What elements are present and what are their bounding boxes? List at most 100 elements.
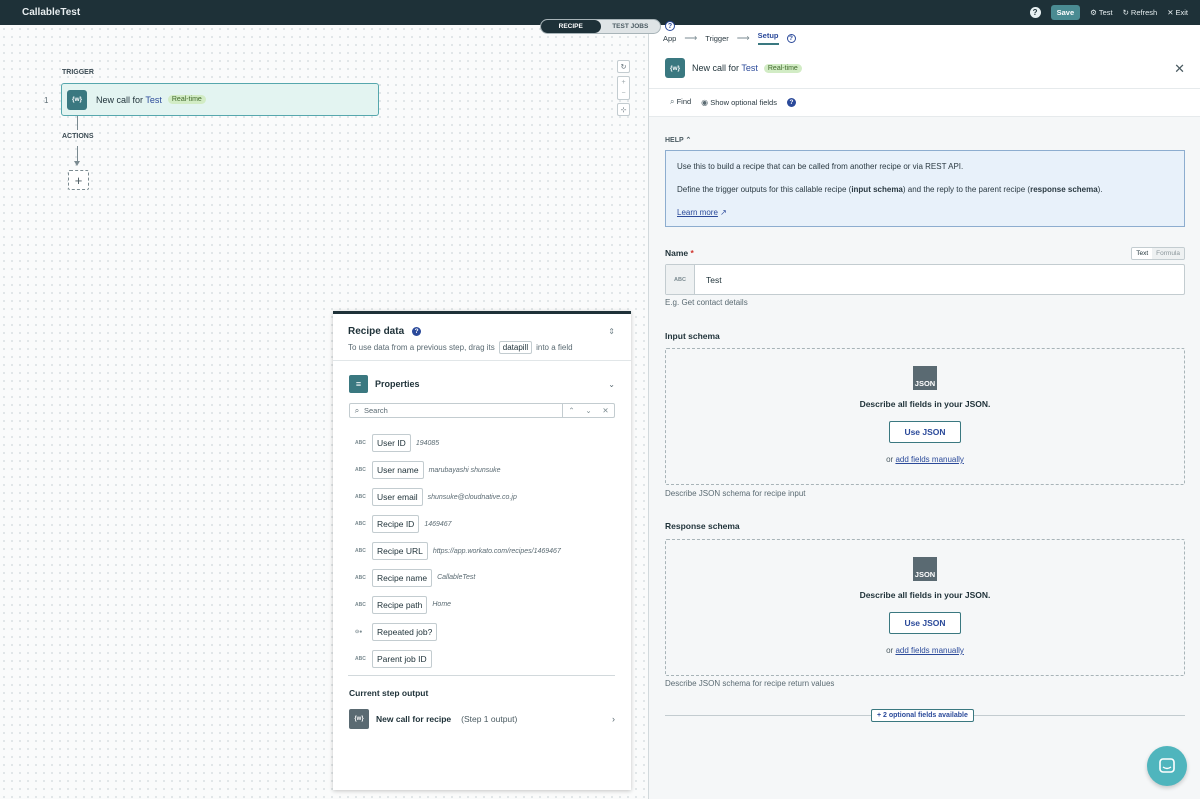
string-type-icon: ABC	[355, 655, 366, 662]
reset-view-icon[interactable]: ↻	[617, 60, 630, 73]
fit-view-icon[interactable]: ⊹	[617, 103, 630, 116]
help-text-part: ) and the reply to the parent recipe (	[902, 185, 1031, 195]
name-field-label: Name *	[665, 248, 694, 258]
help-text-1: Use this to build a recipe that can be c…	[677, 162, 964, 171]
json-icon: JSON	[913, 366, 937, 390]
or-text: or	[886, 646, 894, 655]
trigger-section-label: TRIGGER	[62, 69, 94, 76]
property-row[interactable]: ABC Recipe path Home	[355, 591, 615, 618]
setup-step-title: New call for Test	[692, 63, 758, 73]
chevron-up-icon[interactable]: ⌃	[568, 406, 574, 415]
close-icon[interactable]: ✕	[1174, 61, 1185, 77]
datapill[interactable]: Repeated job?	[372, 622, 438, 641]
callable-recipe-icon: {w}	[665, 58, 685, 78]
zoom-slider[interactable]: + −	[617, 76, 630, 100]
properties-header[interactable]: ≡ Properties ⌄	[349, 374, 615, 394]
use-json-button[interactable]: Use JSON	[889, 612, 961, 634]
arrow-right-icon: ⟶	[684, 32, 698, 43]
breadcrumb-app[interactable]: App	[663, 34, 676, 43]
property-row[interactable]: ABC User name marubayashi shunsuke	[355, 457, 615, 484]
formula-mode-button[interactable]: Formula	[1152, 248, 1184, 259]
current-step-name: New call for recipe	[376, 713, 452, 724]
datapill-sample-value: https://app.workato.com/recipes/1469467	[432, 547, 561, 555]
datapill[interactable]: User email	[372, 488, 423, 507]
show-optional-fields-button[interactable]: ◉ Show optional fields	[701, 98, 777, 107]
property-row[interactable]: ABC Parent job ID	[355, 645, 615, 672]
add-step-button[interactable]: +	[68, 170, 89, 190]
property-row[interactable]: ABC Recipe URL https://app.workato.com/rec…	[355, 538, 615, 565]
breadcrumb-setup[interactable]: Setup	[757, 31, 779, 45]
expand-collapse-icon[interactable]: ⇕	[608, 327, 615, 336]
question-icon[interactable]: ?	[786, 33, 796, 43]
trigger-step-text: New call for Test	[96, 95, 162, 105]
test-button[interactable]: ⚙ Test	[1090, 8, 1113, 17]
learn-more-link[interactable]: Learn more ↗	[677, 207, 1173, 218]
step-number: 1	[44, 96, 49, 105]
exit-label: Exit	[1175, 8, 1188, 17]
search-icon: ⌕	[354, 405, 360, 415]
property-row[interactable]: ABC User email shunsuke@cloudnative.co.jp	[355, 484, 615, 511]
view-toggle: RECIPE TEST JOBS	[540, 19, 661, 34]
question-icon[interactable]: ?	[412, 327, 422, 336]
chevron-down-icon[interactable]: ⌄	[585, 406, 591, 415]
trigger-step-card[interactable]: {w} New call for Test Real-time	[61, 83, 379, 116]
find-label: Find	[676, 97, 692, 106]
zoom-out-icon[interactable]: −	[621, 90, 625, 97]
current-step-output-row[interactable]: {w} New call for recipe (Step 1 output) …	[349, 708, 615, 729]
add-fields-manually-link[interactable]: add fields manually	[895, 646, 963, 655]
property-row[interactable]: ABC User ID 194085	[355, 430, 615, 457]
divider	[348, 675, 615, 676]
datapill[interactable]: User name	[372, 461, 424, 480]
datapill[interactable]: Recipe path	[372, 595, 428, 614]
refresh-button[interactable]: ↻ Refresh	[1123, 8, 1158, 17]
show-optional-label: Show optional fields	[710, 97, 777, 107]
help-text-part: ).	[1097, 185, 1103, 195]
breadcrumb-trigger[interactable]: Trigger	[705, 34, 728, 43]
help-toggle[interactable]: HELP ⌃	[665, 136, 691, 144]
properties-list: ABC User ID 194085 ABC User name marubayashi…	[355, 430, 615, 672]
name-field[interactable]: ABC Test	[665, 264, 1185, 295]
zoom-in-icon[interactable]: +	[621, 79, 625, 86]
datapill[interactable]: Recipe ID	[372, 515, 420, 534]
chat-support-button[interactable]	[1147, 746, 1187, 786]
datapill[interactable]: Recipe name	[372, 568, 433, 587]
connector-line	[77, 116, 78, 130]
view-help-icon[interactable]: ?	[665, 21, 675, 31]
callable-recipe-icon: {w}	[67, 89, 87, 110]
actions-section-label: ACTIONS	[62, 133, 94, 140]
input-schema-box: JSON Describe all fields in your JSON. U…	[665, 348, 1185, 485]
use-json-button[interactable]: Use JSON	[889, 421, 961, 443]
connector-arrow	[74, 161, 80, 166]
save-button[interactable]: Save	[1050, 5, 1081, 20]
refresh-icon: ↻	[1122, 8, 1129, 17]
response-schema-label: Response schema	[665, 521, 740, 531]
divider	[649, 88, 1200, 89]
property-row[interactable]: ⊙● Repeated job?	[355, 618, 615, 645]
find-button[interactable]: ⌕ Find	[670, 97, 691, 107]
property-row[interactable]: ABC Recipe name CallableTest	[355, 564, 615, 591]
text-formula-toggle: Text Formula	[1131, 247, 1185, 260]
datapill[interactable]: Parent job ID	[372, 649, 432, 668]
add-fields-manually-link[interactable]: add fields manually	[895, 455, 963, 464]
eye-icon: ◉	[701, 97, 709, 107]
string-type-icon: ABC	[355, 548, 366, 554]
text-mode-button[interactable]: Text	[1132, 248, 1153, 259]
help-icon[interactable]: ?	[1029, 7, 1041, 18]
question-icon[interactable]: ?	[786, 97, 796, 107]
input-schema-label: Input schema	[665, 331, 720, 341]
response-schema-hint: Describe JSON schema for recipe return v…	[665, 679, 835, 688]
datapill[interactable]: User ID	[372, 434, 411, 453]
help-text-bold: response schema	[1030, 185, 1098, 195]
string-type-icon: ABC	[666, 265, 695, 294]
optional-fields-button[interactable]: + 2 optional fields available	[871, 709, 974, 722]
json-icon: JSON	[913, 557, 937, 581]
exit-button[interactable]: ✕ Exit	[1167, 8, 1188, 17]
tab-test-jobs[interactable]: TEST JOBS	[601, 20, 661, 33]
datapill-search-input[interactable]: ⌕ Search ⌃ ⌄ ✕	[349, 403, 615, 418]
properties-label: Properties	[375, 379, 420, 389]
string-type-icon: ABC	[355, 601, 366, 608]
clear-search-icon[interactable]: ✕	[602, 406, 608, 415]
datapill[interactable]: Recipe URL	[372, 542, 428, 560]
property-row[interactable]: ABC Recipe ID 1469467	[355, 511, 615, 538]
tab-recipe[interactable]: RECIPE	[541, 20, 601, 33]
